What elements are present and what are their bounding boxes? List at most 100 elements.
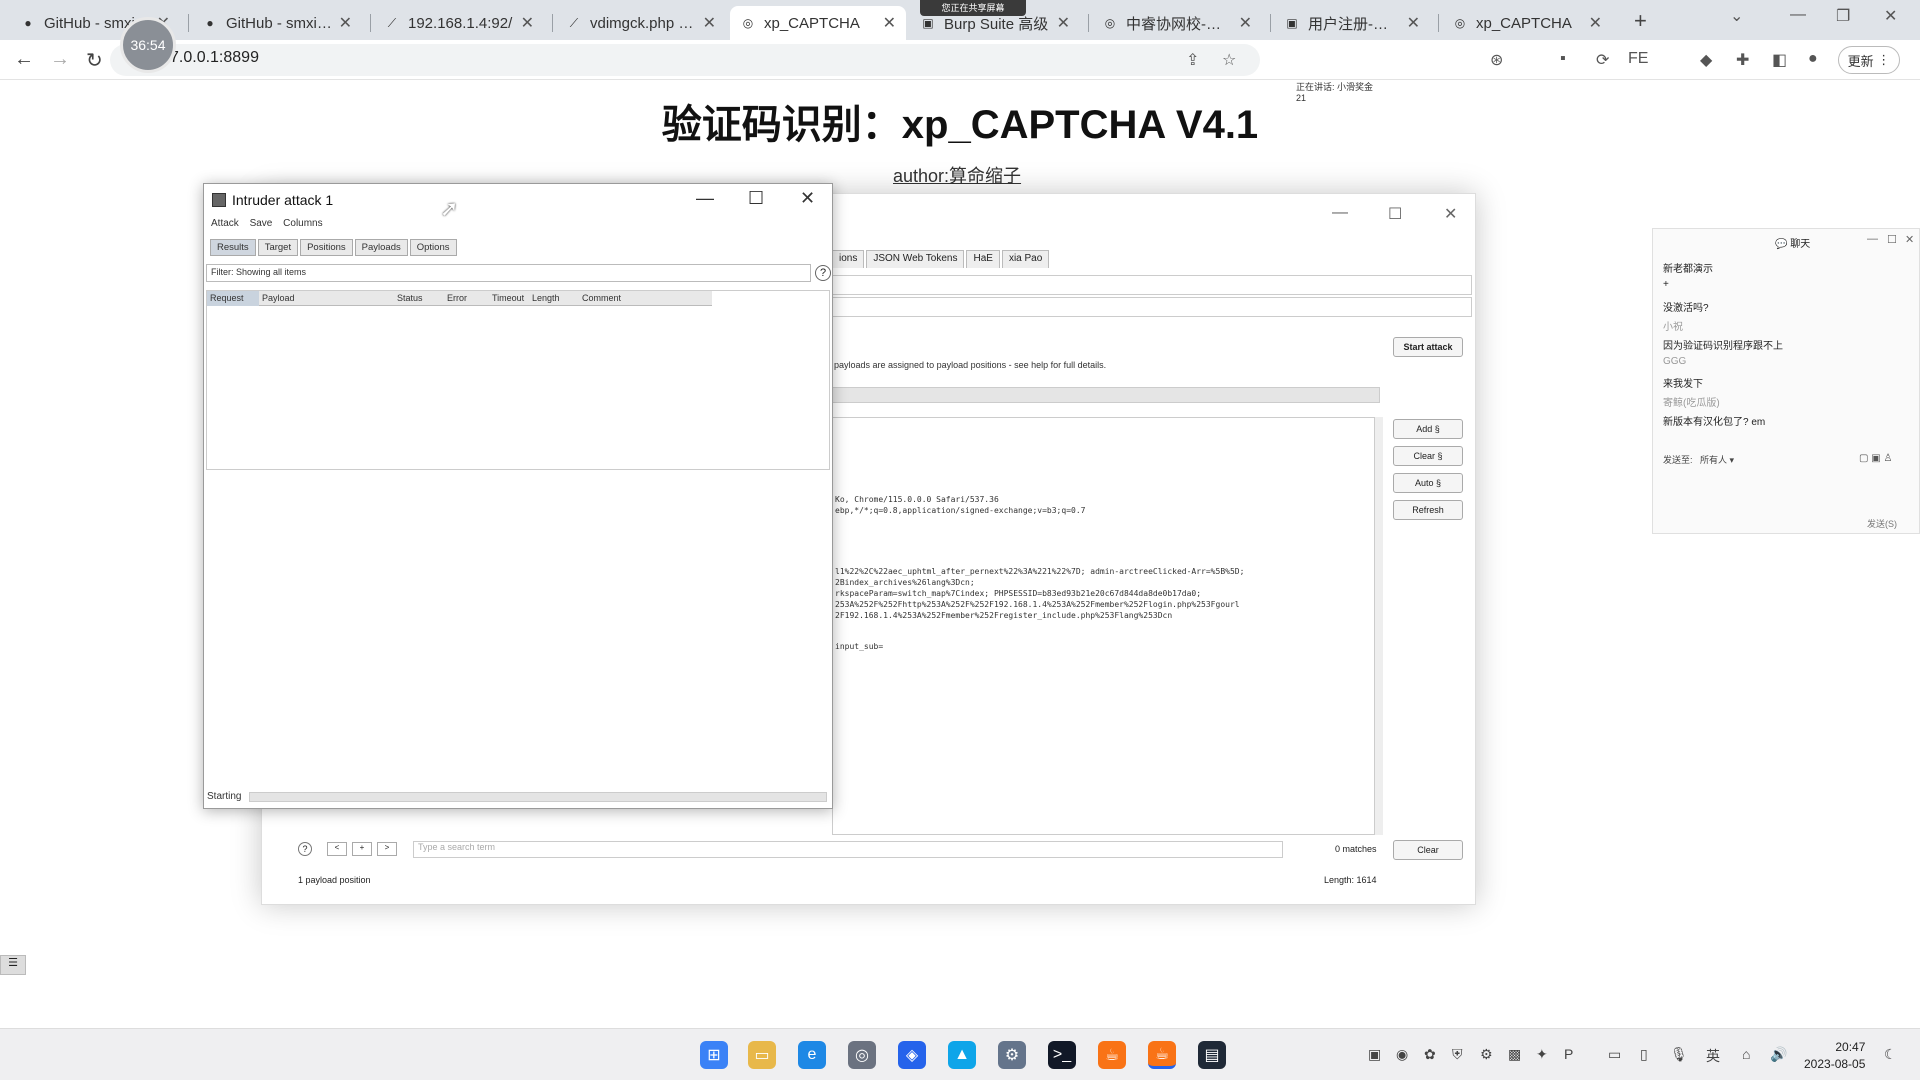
display-icon[interactable]: ▭ [1608,1046,1621,1063]
java-app-icon[interactable]: ☕ [1098,1041,1126,1069]
update-button[interactable]: 更新 ⋮ [1838,46,1900,74]
tray-app-icon[interactable]: P [1564,1046,1573,1062]
tab-options[interactable]: Options [409,239,457,256]
request-scrollbar[interactable] [1374,417,1383,835]
extension-icon[interactable]: FE [1628,50,1648,68]
column-timeout[interactable]: Timeout [492,293,524,303]
maximize-icon[interactable]: ☐ [1887,233,1897,246]
tray-app-icon[interactable]: ⚙ [1480,1046,1493,1063]
tab-user-register[interactable]: ▣ 用户注册-中大网 ✕ [1274,6,1430,40]
chrome-browser-icon[interactable]: ◎ [848,1041,876,1069]
request-editor[interactable] [832,417,1380,835]
tab-register[interactable]: ◎ 中睿协网校-注册 ✕ [1092,6,1262,40]
notification-icon[interactable]: ☾ [1884,1046,1897,1063]
share-icon[interactable]: ⇪ [1186,50,1199,70]
results-table[interactable]: Request Payload Status Error Timeout Len… [206,290,830,470]
minimize-icon[interactable]: — [1790,6,1806,24]
chat-input[interactable] [1663,473,1909,513]
console-icon[interactable]: ▤ [1198,1041,1226,1069]
close-icon[interactable]: ✕ [800,188,815,209]
tray-shield-icon[interactable]: ⛨ [1452,1046,1463,1063]
tray-app-icon[interactable]: ▣ [1368,1046,1381,1063]
close-icon[interactable]: ✕ [1407,13,1420,33]
burp-app-icon[interactable]: ☕ [1148,1041,1176,1069]
close-icon[interactable]: ✕ [339,13,352,33]
tab-positions[interactable]: Positions [300,239,353,256]
maximize-icon[interactable]: ☐ [748,188,764,209]
close-icon[interactable]: ✕ [1239,13,1252,33]
column-error[interactable]: Error [447,293,467,303]
auto-marker-button[interactable]: Auto § [1393,473,1463,493]
help-icon[interactable]: ? [815,265,831,281]
tray-app-icon[interactable]: ▩ [1508,1046,1521,1063]
close-icon[interactable]: ✕ [703,13,716,33]
column-comment[interactable]: Comment [582,293,621,303]
close-icon[interactable]: ✕ [1444,204,1457,224]
close-icon[interactable]: ✕ [1905,233,1914,246]
tab-hae[interactable]: HaE [966,250,1000,268]
search-prev-icon[interactable]: + [352,842,372,856]
refresh-button[interactable]: Refresh [1393,500,1463,520]
photos-icon[interactable]: ▲ [948,1041,976,1069]
tab-target[interactable]: Target [257,239,299,256]
attack-type-dropdown[interactable] [832,387,1380,403]
input-method-indicator[interactable]: 英 [1706,1046,1720,1066]
tab-vdimgck[interactable]: ⟋ vdimgck.php (5( ✕ [556,6,726,40]
author-link[interactable]: author:算命缩子 [893,162,1021,188]
add-marker-button[interactable]: Add § [1393,419,1463,439]
profile-icon[interactable]: ● [1808,50,1818,68]
tab-options[interactable]: ions [832,250,865,268]
send-to-dropdown[interactable]: 所有人 [1700,455,1727,465]
bookmark-star-icon[interactable]: ☆ [1222,50,1236,70]
volume-icon[interactable]: 🔊 [1770,1046,1787,1063]
column-payload[interactable]: Payload [262,293,295,303]
back-icon[interactable]: ← [14,48,34,71]
close-icon[interactable]: ✕ [1589,13,1602,33]
column-status[interactable]: Status [397,293,423,303]
tab-results[interactable]: Results [210,239,256,256]
extension-icon[interactable]: ⟳ [1596,50,1609,70]
menu-attack[interactable]: Attack [211,218,239,229]
microphone-icon[interactable]: 🎙 [1670,1046,1688,1063]
forward-icon[interactable]: → [50,48,70,71]
column-request[interactable]: Request [210,293,244,303]
tab-ip-address[interactable]: ⟋ 192.168.1.4:92/ ✕ [374,6,544,40]
close-window-icon[interactable]: ✕ [1884,6,1897,26]
sidepanel-icon[interactable]: ◧ [1772,50,1787,70]
minimize-icon[interactable]: — [696,188,714,209]
tray-app-icon[interactable]: ✦ [1536,1046,1548,1063]
close-icon[interactable]: ✕ [883,13,896,33]
edge-browser-icon[interactable]: e [798,1041,826,1069]
chat-send-button[interactable]: 发送(S) [1867,517,1897,530]
close-icon[interactable]: ✕ [1057,13,1070,33]
tab-burp-suite[interactable]: ▣ Burp Suite 高级 ✕ [910,6,1080,40]
chat-tool-icons[interactable]: ▢ ▣ ♙ [1859,453,1892,464]
tab-github-2[interactable]: ● GitHub - smxiaz ✕ [192,6,362,40]
tab-search-icon[interactable]: ⌄ [1730,6,1743,26]
settings-icon[interactable]: ⚙ [998,1041,1026,1069]
search-input[interactable]: Type a search term [413,841,1283,858]
close-icon[interactable]: ✕ [521,13,534,33]
extension-icon[interactable]: ⊛ [1490,50,1503,70]
search-next-icon[interactable]: > [377,842,397,856]
url-text[interactable]: 7.0.0.1:8899 [170,49,259,67]
menu-save[interactable]: Save [250,218,273,229]
help-icon[interactable]: ? [298,842,312,856]
network-icon[interactable]: ⌂ [1742,1046,1750,1062]
battery-icon[interactable]: ▯ [1640,1046,1648,1063]
results-filter-bar[interactable]: Filter: Showing all items [206,264,811,282]
puzzle-icon[interactable]: ✚ [1736,50,1749,70]
maximize-icon[interactable]: ❐ [1836,6,1850,26]
clear-search-button[interactable]: Clear [1393,840,1463,860]
start-windows-icon[interactable]: ⊞ [700,1041,728,1069]
minimize-icon[interactable]: — [1332,204,1348,222]
extension-icon[interactable]: ◆ [1700,50,1712,70]
tab-xp-captcha-2[interactable]: ◎ xp_CAPTCHA ✕ [1442,6,1612,40]
start-attack-button[interactable]: Start attack [1393,337,1463,357]
tab-xia-pao[interactable]: xia Pao [1001,250,1050,268]
address-bar[interactable] [110,44,1260,76]
sidebar-toggle-icon[interactable]: ☰ [0,955,26,975]
clear-marker-button[interactable]: Clear § [1393,446,1463,466]
search-options-icon[interactable]: < [327,842,347,856]
menu-columns[interactable]: Columns [283,218,322,229]
